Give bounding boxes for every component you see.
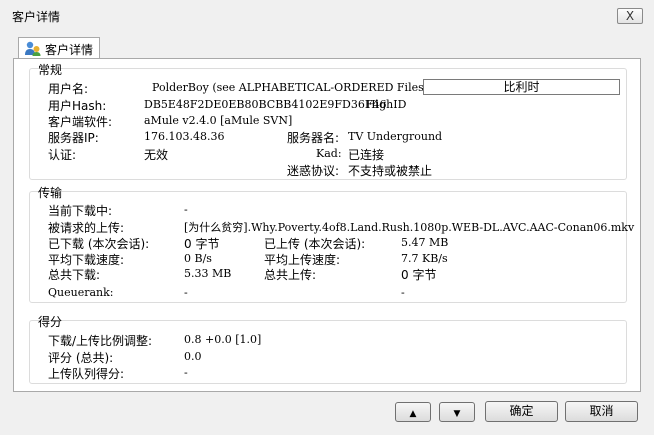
score-group-title: 得分 <box>38 315 63 329</box>
ratio-label: 下载/上传比例调整: <box>48 334 153 348</box>
total-download-value: 5.33 MB <box>184 267 232 280</box>
triangle-up-icon: ▲ <box>409 409 417 419</box>
auth-value: 无效 <box>144 148 169 162</box>
userhash-value: DB5E48F2DE0EB80BCBB4102E9FD36F46 <box>144 98 387 111</box>
downloaded-session-label: 已下载 (本次会话): <box>48 237 150 251</box>
servername-value: TV Underground <box>348 130 443 143</box>
total-download-label: 总共下载: <box>48 268 101 282</box>
transfer-group-title: 传输 <box>38 186 63 200</box>
serverip-label: 服务器IP: <box>48 131 99 145</box>
cancel-button[interactable]: 取消 <box>565 401 638 422</box>
queuerank-value: - <box>184 286 188 299</box>
current-download-label: 当前下载中: <box>48 204 113 218</box>
obfuscation-label: 迷惑协议: <box>287 164 340 178</box>
ok-button[interactable]: 确定 <box>485 401 558 422</box>
tab-label: 客户详情 <box>45 43 94 57</box>
previous-button[interactable]: ▲ <box>395 402 431 422</box>
ratio-value: 0.8 +0.0 [1.0] <box>184 333 262 346</box>
requested-upload-value: [为什么贫穷].Why.Poverty.4of8.Land.Rush.1080p… <box>184 221 635 234</box>
highid-value: HighID <box>366 98 407 111</box>
userhash-label: 用户Hash: <box>48 99 107 113</box>
total-upload-label: 总共上传: <box>264 268 317 282</box>
country-field: 比利时 <box>423 79 620 95</box>
user-icon <box>24 41 41 59</box>
total-upload-value: 0 字节 <box>401 268 437 282</box>
rating-label: 评分 (总共): <box>48 351 114 365</box>
kad-label: Kad: <box>316 147 342 160</box>
tab-client-details[interactable]: 客户详情 <box>18 37 100 59</box>
queue-score-label: 上传队列得分: <box>48 367 125 381</box>
avg-upload-value: 7.7 KB/s <box>401 252 448 265</box>
queuerank-label: Queuerank: <box>48 286 114 299</box>
downloaded-session-value: 0 字节 <box>184 237 220 251</box>
client-label: 客户端软件: <box>48 115 113 129</box>
uploaded-session-value: 5.47 MB <box>401 236 449 249</box>
current-download-value: - <box>184 203 188 216</box>
uploaded-session-label: 已上传 (本次会话): <box>264 237 366 251</box>
username-label: 用户名: <box>48 82 89 96</box>
auth-label: 认证: <box>48 148 77 162</box>
client-value: aMule v2.4.0 [aMule SVN] <box>144 114 293 127</box>
general-group-title: 常规 <box>38 63 63 77</box>
username-value: PolderBoy (see ALPHABETICAL-ORDERED File… <box>152 81 429 94</box>
serverip-value: 176.103.48.36 <box>144 130 225 143</box>
kad-value: 已连接 <box>348 148 385 162</box>
servername-label: 服务器名: <box>287 131 340 145</box>
queuerank-value-secondary: - <box>401 286 405 299</box>
triangle-down-icon: ▼ <box>453 409 461 419</box>
requested-upload-label: 被请求的上传: <box>48 221 125 235</box>
obfuscation-value: 不支持或被禁止 <box>348 164 433 178</box>
next-button[interactable]: ▼ <box>439 402 475 422</box>
title-bar: 客户详情 X <box>0 0 654 30</box>
rating-value: 0.0 <box>184 350 202 363</box>
close-button[interactable]: X <box>617 8 643 24</box>
window-title: 客户详情 <box>12 10 61 24</box>
queue-score-value: - <box>184 366 188 379</box>
avg-download-value: 0 B/s <box>184 252 212 265</box>
